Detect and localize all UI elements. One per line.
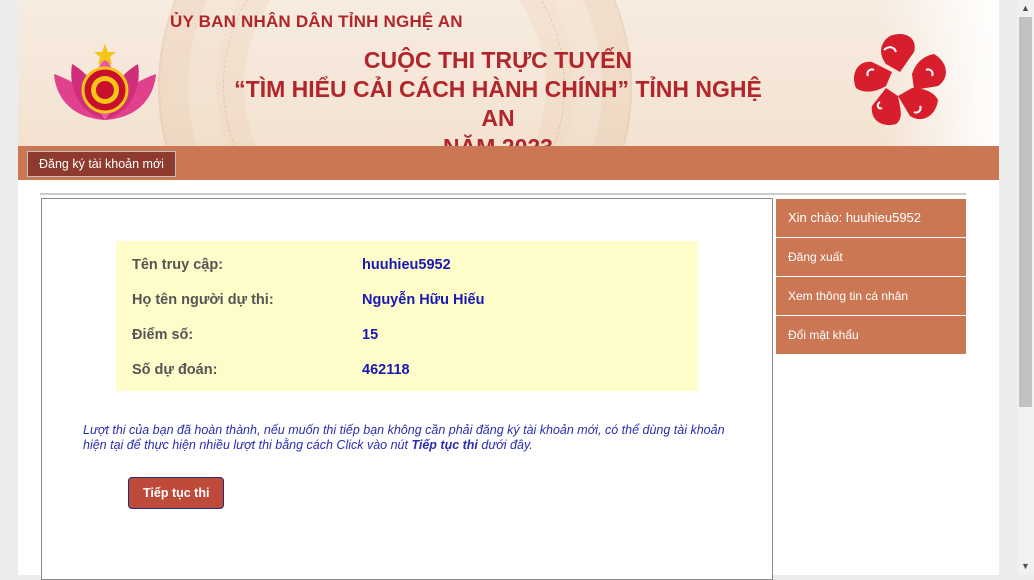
register-account-button[interactable]: Đăng ký tài khoản mới <box>27 151 176 177</box>
completion-notice: Lượt thi của bạn đã hoàn thành, nếu muốn… <box>83 423 749 453</box>
change-password-link[interactable]: Đổi mật khẩu <box>776 316 966 354</box>
continue-exam-button[interactable]: Tiếp tục thi <box>128 477 225 509</box>
lotus-emblem-icon <box>54 44 156 120</box>
header-banner: ỦY BAN NHÂN DÂN TỈNH NGHỆ AN CUỘC THI TR… <box>18 0 999 146</box>
page: ỦY BAN NHÂN DÂN TỈNH NGHỆ AN CUỘC THI TR… <box>18 0 999 580</box>
scroll-thumb[interactable] <box>1019 17 1032 407</box>
content-divider <box>40 193 966 195</box>
organization-name: ỦY BAN NHÂN DÂN TỈNH NGHỆ AN <box>170 12 463 31</box>
view-profile-link[interactable]: Xem thông tin cá nhân <box>776 277 966 315</box>
logout-link[interactable]: Đăng xuất <box>776 238 966 276</box>
username-value: huuhieu5952 <box>362 257 451 273</box>
scroll-up-arrow-icon[interactable]: ▲ <box>1017 0 1034 17</box>
fullname-label: Họ tên người dự thi: <box>132 292 274 308</box>
user-info-box: Tên truy cập: huuhieu5952 Họ tên người d… <box>116 241 698 391</box>
notice-text-after: dưới đây. <box>477 438 533 452</box>
notice-text-before: Lượt thi của bạn đã hoàn thành, nếu muốn… <box>83 423 725 452</box>
vertical-scrollbar[interactable]: ▲ ▼ <box>1017 0 1034 575</box>
greeting-label: Xin chào: huuhieu5952 <box>776 199 966 237</box>
prediction-value: 462118 <box>362 362 410 378</box>
navbar: Đăng ký tài khoản mới <box>18 146 999 180</box>
score-value: 15 <box>362 327 379 343</box>
result-panel: Tên truy cập: huuhieu5952 Họ tên người d… <box>41 198 773 580</box>
title-line-1: CUỘC THI TRỰC TUYẾN <box>363 47 633 73</box>
score-label: Điểm số: <box>132 327 194 343</box>
title-line-2: “TÌM HIỂU CẢI CÁCH HÀNH CHÍNH” TỈNH NGHỆ… <box>234 76 762 131</box>
user-side-menu: Xin chào: huuhieu5952 Đăng xuất Xem thôn… <box>776 199 966 355</box>
contest-title: CUỘC THI TRỰC TUYẾN “TÌM HIỂU CẢI CÁCH H… <box>218 46 778 146</box>
username-label: Tên truy cập: <box>132 257 224 273</box>
prediction-label: Số dự đoán: <box>132 362 218 378</box>
scroll-down-arrow-icon[interactable]: ▼ <box>1017 558 1034 575</box>
fullname-value: Nguyễn Hữu Hiếu <box>362 292 485 308</box>
notice-emphasis: Tiếp tục thi <box>411 438 478 452</box>
title-line-3: NĂM 2023 <box>218 133 778 146</box>
reform-star-logo-icon <box>853 33 946 126</box>
